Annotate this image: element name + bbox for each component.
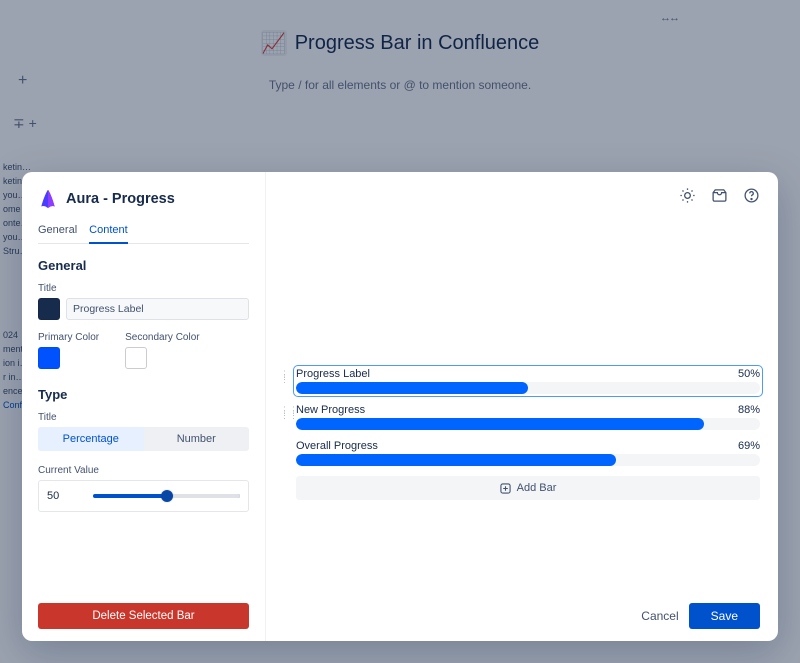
current-value-slider[interactable] xyxy=(93,494,240,498)
bar-label: New Progress xyxy=(296,404,365,416)
tab-content[interactable]: Content xyxy=(89,220,128,244)
title-color-swatch[interactable] xyxy=(38,298,60,320)
bar-track xyxy=(296,382,760,394)
aura-logo-icon xyxy=(38,188,58,210)
section-general-heading: General xyxy=(38,258,249,273)
secondary-color-swatch[interactable] xyxy=(125,347,147,369)
type-number-button[interactable]: Number xyxy=(144,427,250,451)
cancel-button[interactable]: Cancel xyxy=(641,609,678,623)
add-bar-button[interactable]: Add Bar xyxy=(296,476,760,500)
slider-thumb[interactable] xyxy=(161,490,173,502)
save-button[interactable]: Save xyxy=(689,603,760,629)
type-title-label: Title xyxy=(38,412,249,423)
inbox-icon[interactable] xyxy=(710,186,728,204)
section-type-heading: Type xyxy=(38,387,249,402)
title-input[interactable] xyxy=(66,298,249,320)
primary-color-swatch[interactable] xyxy=(38,347,60,369)
bar-track xyxy=(296,418,760,430)
type-percentage-button[interactable]: Percentage xyxy=(38,427,144,451)
current-value-label: Current Value xyxy=(38,465,249,476)
bar-percent: 69% xyxy=(738,440,760,452)
drag-handle-icon[interactable]: ⋮⋮⋮⋮ xyxy=(280,368,292,382)
tab-general[interactable]: General xyxy=(38,220,77,243)
secondary-color-label: Secondary Color xyxy=(125,332,199,343)
progress-bar-row[interactable]: ⋮⋮⋮⋮ New Progress 88% xyxy=(280,404,760,430)
bar-label: Progress Label xyxy=(296,368,370,380)
settings-pane: Aura - Progress General Content General … xyxy=(22,172,266,641)
theme-icon[interactable] xyxy=(678,186,696,204)
plus-icon xyxy=(500,483,511,494)
help-icon[interactable] xyxy=(742,186,760,204)
title-label: Title xyxy=(38,283,249,294)
bar-percent: 50% xyxy=(738,368,760,380)
bar-label: Overall Progress xyxy=(296,440,378,452)
current-value-input[interactable] xyxy=(47,490,83,502)
drag-handle-icon[interactable]: ⋮⋮⋮⋮ xyxy=(280,404,292,418)
bar-percent: 88% xyxy=(738,404,760,416)
bar-track xyxy=(296,454,760,466)
primary-color-label: Primary Color xyxy=(38,332,99,343)
aura-progress-modal: Aura - Progress General Content General … xyxy=(22,172,778,641)
progress-bar-row[interactable]: ⋮⋮⋮⋮ Progress Label 50% xyxy=(280,368,760,394)
progress-bar-row[interactable]: ⋮⋮⋮⋮Overall Progress69% xyxy=(280,440,760,466)
modal-title: Aura - Progress xyxy=(66,191,175,207)
delete-selected-bar-button[interactable]: Delete Selected Bar xyxy=(38,603,249,629)
